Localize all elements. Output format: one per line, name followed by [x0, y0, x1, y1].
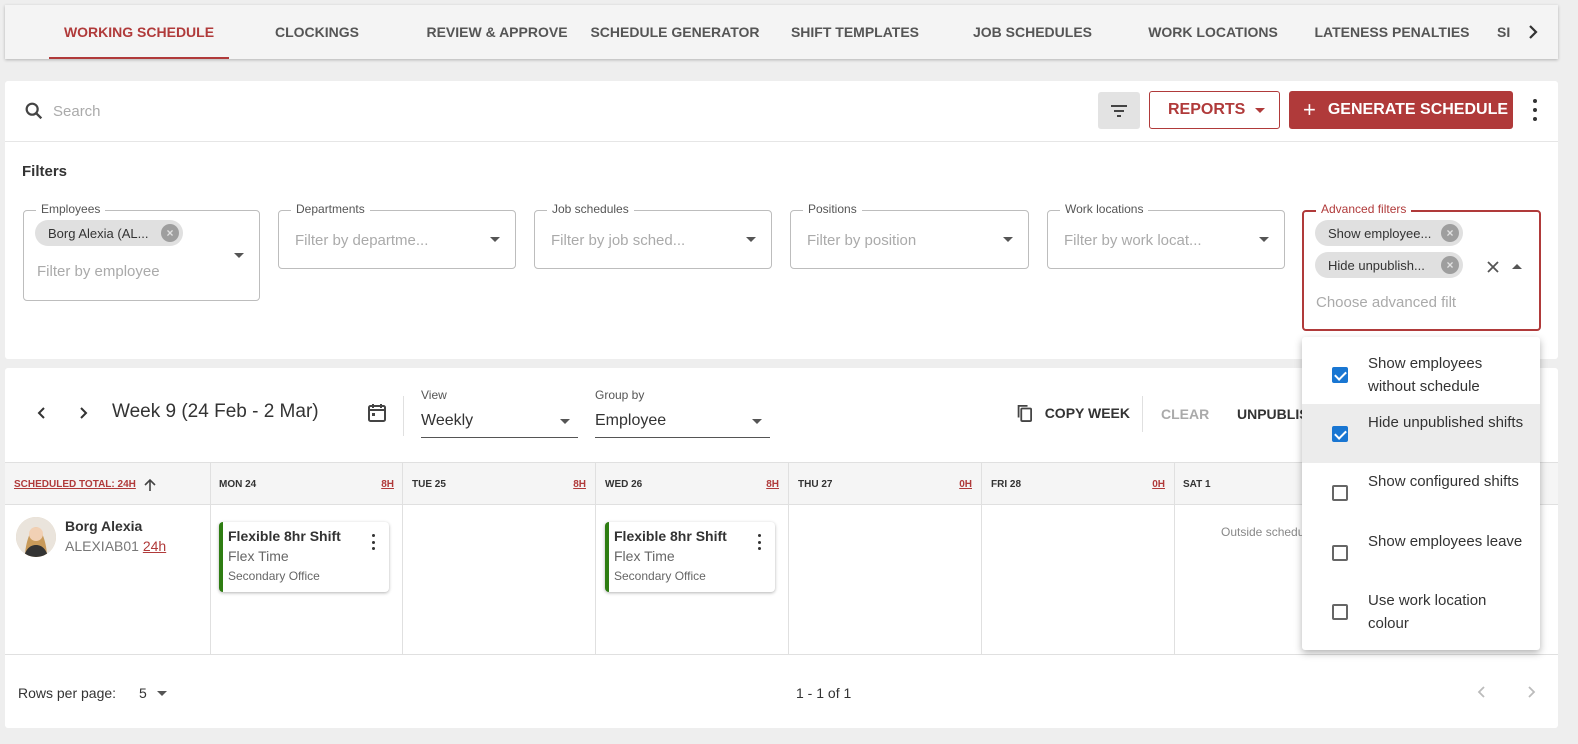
filter-toggle-button[interactable]: [1098, 92, 1140, 129]
employee-hours-link[interactable]: 24h: [143, 538, 166, 554]
checkbox-unchecked[interactable]: [1332, 485, 1348, 501]
day-header-thu: THU 27 0H: [798, 479, 972, 490]
employees-filter[interactable]: Employees Borg Alexia (AL... × Filter by…: [23, 202, 260, 301]
divider: [5, 141, 1558, 142]
option-show-employees-without-schedule[interactable]: Show employees without schedule: [1302, 345, 1540, 404]
positions-placeholder: Filter by position: [807, 232, 917, 249]
advanced-filters-field[interactable]: Advanced filters Show employee... × Hide…: [1302, 202, 1541, 331]
checkbox-checked[interactable]: [1332, 426, 1348, 442]
tab-shift-templates[interactable]: SHIFT TEMPLATES: [775, 5, 935, 59]
caret-down-icon[interactable]: [234, 253, 244, 258]
caret-down-icon[interactable]: [746, 237, 756, 242]
caret-down-icon[interactable]: [1003, 237, 1013, 242]
tab-overflow[interactable]: SI: [1497, 5, 1519, 59]
divider: [1142, 396, 1143, 432]
departments-placeholder: Filter by departme...: [295, 232, 429, 249]
search-input[interactable]: [53, 97, 453, 125]
employees-placeholder: Filter by employee: [37, 263, 160, 280]
plus-icon: +: [1303, 97, 1316, 122]
filters-title: Filters: [22, 163, 68, 180]
tab-work-locations[interactable]: WORK LOCATIONS: [1133, 5, 1293, 59]
avatar: [16, 517, 56, 557]
calendar-icon[interactable]: [366, 402, 388, 424]
active-tab-indicator: [49, 57, 229, 59]
generate-schedule-button[interactable]: + GENERATE SCHEDULE: [1289, 91, 1513, 129]
employee-chip[interactable]: Borg Alexia (AL... ×: [35, 220, 183, 246]
chevron-left-icon[interactable]: [1474, 684, 1490, 700]
caret-down-icon: [560, 419, 570, 424]
total-header[interactable]: SCHEDULED TOTAL: 24H: [14, 463, 204, 506]
copy-icon: [1017, 404, 1033, 422]
clear-button[interactable]: CLEAR: [1161, 406, 1209, 422]
checkbox-unchecked[interactable]: [1332, 604, 1348, 620]
work-locations-filter[interactable]: Work locations Filter by work locat...: [1047, 202, 1285, 269]
more-vert-icon[interactable]: [1527, 97, 1543, 123]
tab-clockings[interactable]: CLOCKINGS: [243, 5, 391, 59]
chevron-right-icon[interactable]: [1523, 684, 1539, 700]
pagination-range: 1 - 1 of 1: [796, 685, 852, 701]
copy-week-button[interactable]: COPY WEEK: [1015, 401, 1130, 425]
view-select[interactable]: View Weekly: [421, 388, 578, 438]
day-header-wed: WED 26 8H: [605, 479, 779, 490]
more-vert-icon[interactable]: [756, 534, 762, 550]
top-tab-bar: WORKING SCHEDULE CLOCKINGS REVIEW & APPR…: [5, 5, 1558, 59]
departments-filter[interactable]: Departments Filter by departme...: [278, 202, 516, 269]
search-icon: [23, 100, 45, 122]
shift-card[interactable]: Flexible 8hr Shift Flex Time Secondary O…: [219, 522, 389, 592]
option-show-configured-shifts[interactable]: Show configured shifts: [1302, 463, 1540, 522]
week-label: Week 9 (24 Feb - 2 Mar): [112, 401, 319, 422]
chip-remove-icon[interactable]: ×: [1441, 224, 1459, 242]
tab-working-schedule[interactable]: WORKING SCHEDULE: [49, 5, 229, 59]
chip-remove-icon[interactable]: ×: [1441, 256, 1459, 274]
job-schedules-filter[interactable]: Job schedules Filter by job sched...: [534, 202, 772, 269]
employee-code: ALEXIAB01 24h: [65, 538, 167, 554]
option-show-employees-leave[interactable]: Show employees leave: [1302, 523, 1540, 582]
option-use-work-location-colour[interactable]: Use work location colour: [1302, 582, 1540, 641]
positions-filter[interactable]: Positions Filter by position: [790, 202, 1029, 269]
more-vert-icon[interactable]: [370, 534, 376, 550]
chip-remove-icon[interactable]: ×: [161, 224, 179, 242]
chevron-right-icon[interactable]: [71, 401, 95, 425]
unpublish-button[interactable]: UNPUBLIS: [1237, 406, 1309, 422]
arrow-up-icon: [144, 478, 156, 491]
filter-list-icon: [1111, 104, 1127, 117]
checkbox-checked[interactable]: [1332, 367, 1348, 383]
option-hide-unpublished-shifts[interactable]: Hide unpublished shifts: [1302, 404, 1540, 463]
divider: [403, 396, 404, 436]
outside-schedule-text: Outside schedu: [1221, 525, 1305, 539]
chevron-right-icon[interactable]: [1521, 20, 1545, 44]
reports-button[interactable]: REPORTS: [1149, 91, 1280, 129]
caret-down-icon[interactable]: [490, 237, 500, 242]
work-locations-placeholder: Filter by work locat...: [1064, 232, 1202, 249]
rows-per-page-select[interactable]: 5: [139, 683, 175, 703]
caret-down-icon[interactable]: [1259, 237, 1269, 242]
chevron-left-icon[interactable]: [30, 401, 54, 425]
shift-card[interactable]: Flexible 8hr Shift Flex Time Secondary O…: [605, 522, 775, 592]
clear-icon[interactable]: [1485, 259, 1501, 275]
day-header-fri: FRI 28 0H: [991, 479, 1165, 490]
caret-down-icon: [156, 690, 167, 696]
caret-down-icon: [752, 419, 762, 424]
day-header-mon: MON 24 8H: [219, 479, 394, 490]
tab-schedule-generator[interactable]: SCHEDULE GENERATOR: [590, 5, 760, 59]
filters-card: REPORTS + GENERATE SCHEDULE Filters Empl…: [5, 81, 1558, 359]
tab-review-approve[interactable]: REVIEW & APPROVE: [417, 5, 577, 59]
divider: [5, 654, 1558, 655]
day-header-sat: SAT 1: [1183, 479, 1211, 490]
advanced-chip[interactable]: Hide unpublish... ×: [1315, 252, 1463, 278]
advanced-filters-dropdown: Show employees without schedule Hide unp…: [1302, 337, 1540, 650]
checkbox-unchecked[interactable]: [1332, 545, 1348, 561]
caret-down-icon: [1255, 108, 1265, 113]
tab-lateness-penalties[interactable]: LATENESS PENALTIES: [1307, 5, 1477, 59]
job-schedules-placeholder: Filter by job sched...: [551, 232, 686, 249]
rows-per-page-label: Rows per page:: [18, 685, 117, 701]
employee-name: Borg Alexia: [65, 518, 143, 534]
advanced-chip[interactable]: Show employee... ×: [1315, 220, 1463, 246]
tab-job-schedules[interactable]: JOB SCHEDULES: [955, 5, 1110, 59]
advanced-filters-placeholder: Choose advanced filt: [1316, 294, 1457, 311]
group-by-select[interactable]: Group by Employee: [595, 388, 770, 438]
caret-up-icon[interactable]: [1512, 264, 1522, 269]
day-header-tue: TUE 25 8H: [412, 479, 586, 490]
